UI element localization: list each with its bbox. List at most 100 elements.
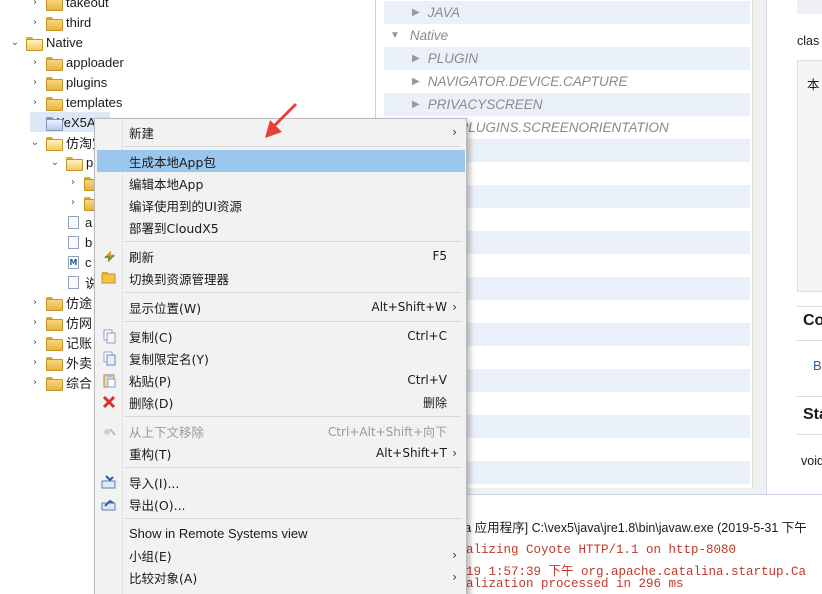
submenu-arrow-icon: › <box>452 446 457 460</box>
submenu-arrow-icon: › <box>452 548 457 562</box>
menu-item-switch-explorer[interactable]: 切换到资源管理器 <box>97 267 465 289</box>
refresh-icon <box>101 248 117 264</box>
link-b[interactable]: B <box>813 358 822 373</box>
tree-item-zonghe[interactable]: › 综合 <box>30 372 92 392</box>
menu-item-edit-native-app[interactable]: 编辑本地App <box>97 172 465 194</box>
code-preview-box <box>797 60 822 292</box>
expand-arrow-icon[interactable]: › <box>30 377 40 388</box>
menu-item-export[interactable]: 导出(O)... <box>97 493 465 515</box>
menu-separator <box>125 416 461 417</box>
tree-item-waimai[interactable]: › 外卖 <box>30 352 92 372</box>
folder-open-icon <box>46 136 63 151</box>
section-heading-sta: Sta <box>803 406 822 423</box>
expand-arrow-icon[interactable]: › <box>30 357 40 368</box>
expand-arrow-icon[interactable]: › <box>30 97 40 108</box>
expand-arrow-icon[interactable]: › <box>68 197 78 208</box>
menu-item-deploy-cloudx5[interactable]: 部署到CloudX5 <box>97 216 465 238</box>
void-text: void <box>801 454 822 468</box>
folder-icon <box>46 296 63 311</box>
tree-item-file-b[interactable]: b <box>68 232 92 252</box>
expand-arrow-icon[interactable]: › <box>30 17 40 28</box>
menu-item-compare-with[interactable]: 比较对象(A) › <box>97 566 465 588</box>
collapse-arrow-icon[interactable]: ⌄ <box>50 157 60 168</box>
plugin-list-scrollbar[interactable] <box>752 0 766 488</box>
section-heading-co: Co <box>803 312 822 329</box>
folder-icon <box>46 336 63 351</box>
plugin-row[interactable]: ▼ Native <box>384 24 750 47</box>
tree-item-plugins[interactable]: › plugins <box>10 72 107 92</box>
menu-separator <box>125 292 461 293</box>
menu-separator <box>125 518 461 519</box>
m-file-icon: M <box>68 255 79 269</box>
paste-icon <box>101 372 117 388</box>
copy-qualified-icon <box>101 350 117 366</box>
menu-item-team[interactable]: 小组(E) › <box>97 544 465 566</box>
expand-arrow-icon[interactable]: › <box>30 57 40 68</box>
project-folder-icon <box>46 116 61 131</box>
divider <box>797 340 822 341</box>
file-icon <box>68 215 79 229</box>
tree-item-file-c[interactable]: M c <box>68 252 92 272</box>
file-icon <box>68 235 79 249</box>
folder-icon <box>46 76 63 91</box>
folder-icon <box>46 316 63 331</box>
menu-separator <box>125 321 461 322</box>
copy-icon <box>101 328 117 344</box>
folder-icon <box>46 16 63 31</box>
delete-icon <box>101 394 117 410</box>
divider <box>797 434 822 435</box>
menu-item-paste[interactable]: 粘贴(P) Ctrl+V <box>97 369 465 391</box>
menu-item-show-remote-systems[interactable]: Show in Remote Systems view <box>97 522 465 544</box>
preview-text: 本 <box>807 78 820 92</box>
folder-icon <box>46 96 63 111</box>
expand-arrow-icon[interactable]: › <box>30 0 40 8</box>
plugin-row[interactable]: ▶ JAVA <box>384 1 750 24</box>
tree-item-fangtu[interactable]: › 仿途 <box>30 292 92 312</box>
submenu-arrow-icon: › <box>452 570 457 584</box>
menu-separator <box>125 241 461 242</box>
menu-item-show-in[interactable]: 显示位置(W) Alt+Shift+W › <box>97 296 465 318</box>
expand-arrow-icon[interactable]: ▶ <box>412 53 420 64</box>
expand-arrow-icon[interactable]: › <box>30 337 40 348</box>
tree-item-third[interactable]: › third <box>10 12 91 32</box>
expand-arrow-icon[interactable]: ▶ <box>412 99 420 110</box>
expand-arrow-icon[interactable]: › <box>68 177 78 188</box>
collapse-arrow-icon[interactable]: ⌄ <box>10 37 20 48</box>
console-line: alization processed in 296 ms <box>466 577 684 591</box>
menu-separator <box>125 146 461 147</box>
remove-context-icon <box>101 423 117 439</box>
folder-icon <box>46 376 63 391</box>
menu-item-copy-qualified-name[interactable]: 复制限定名(Y) <box>97 347 465 369</box>
tree-item-templates[interactable]: › templates <box>10 92 122 112</box>
menu-separator <box>125 467 461 468</box>
expand-arrow-icon[interactable]: ▶ <box>412 76 420 87</box>
menu-item-compile-ui-resources[interactable]: 编译使用到的UI资源 <box>97 194 465 216</box>
menu-item-copy[interactable]: 复制(C) Ctrl+C <box>97 325 465 347</box>
expand-arrow-icon[interactable]: › <box>30 77 40 88</box>
menu-item-refactor[interactable]: 重构(T) Alt+Shift+T › <box>97 442 465 464</box>
tree-item-takeout[interactable]: › takeout <box>10 0 109 12</box>
tree-item-fangwang[interactable]: › 仿网 <box>30 312 92 332</box>
menu-item-import[interactable]: 导入(I)... <box>97 471 465 493</box>
import-icon <box>101 474 117 490</box>
tree-item-apploader[interactable]: › apploader <box>10 52 124 72</box>
folder-icon <box>46 0 63 11</box>
expand-arrow-icon[interactable]: › <box>30 317 40 328</box>
collapse-arrow-icon[interactable]: ⌄ <box>30 137 40 148</box>
tree-item-jizhang[interactable]: › 记账 <box>30 332 92 352</box>
menu-item-delete[interactable]: 删除(D) 删除 <box>97 391 465 413</box>
expand-arrow-icon[interactable]: › <box>30 297 40 308</box>
collapse-arrow-icon[interactable]: ▼ <box>390 30 400 41</box>
menu-item-remove-from-context[interactable]: 从上下文移除 Ctrl+Alt+Shift+向下 <box>97 420 465 442</box>
plugin-row[interactable]: ▶ PLUGIN <box>384 47 750 70</box>
plugin-row[interactable]: ▶ PRIVACYSCREEN <box>384 93 750 116</box>
tree-item-p[interactable]: ⌄ p <box>50 152 93 172</box>
tree-item-native[interactable]: ⌄ Native <box>10 32 83 52</box>
expand-arrow-icon[interactable]: ▶ <box>412 7 420 18</box>
tree-item-file-a[interactable]: a <box>68 212 92 232</box>
divider <box>797 396 822 397</box>
menu-item-refresh[interactable]: 刷新 F5 <box>97 245 465 267</box>
folder-switch-icon <box>101 270 117 286</box>
menu-item-build-native-app[interactable]: 生成本地App包 <box>97 150 465 172</box>
plugin-row[interactable]: ▶ NAVIGATOR.DEVICE.CAPTURE <box>384 70 750 93</box>
